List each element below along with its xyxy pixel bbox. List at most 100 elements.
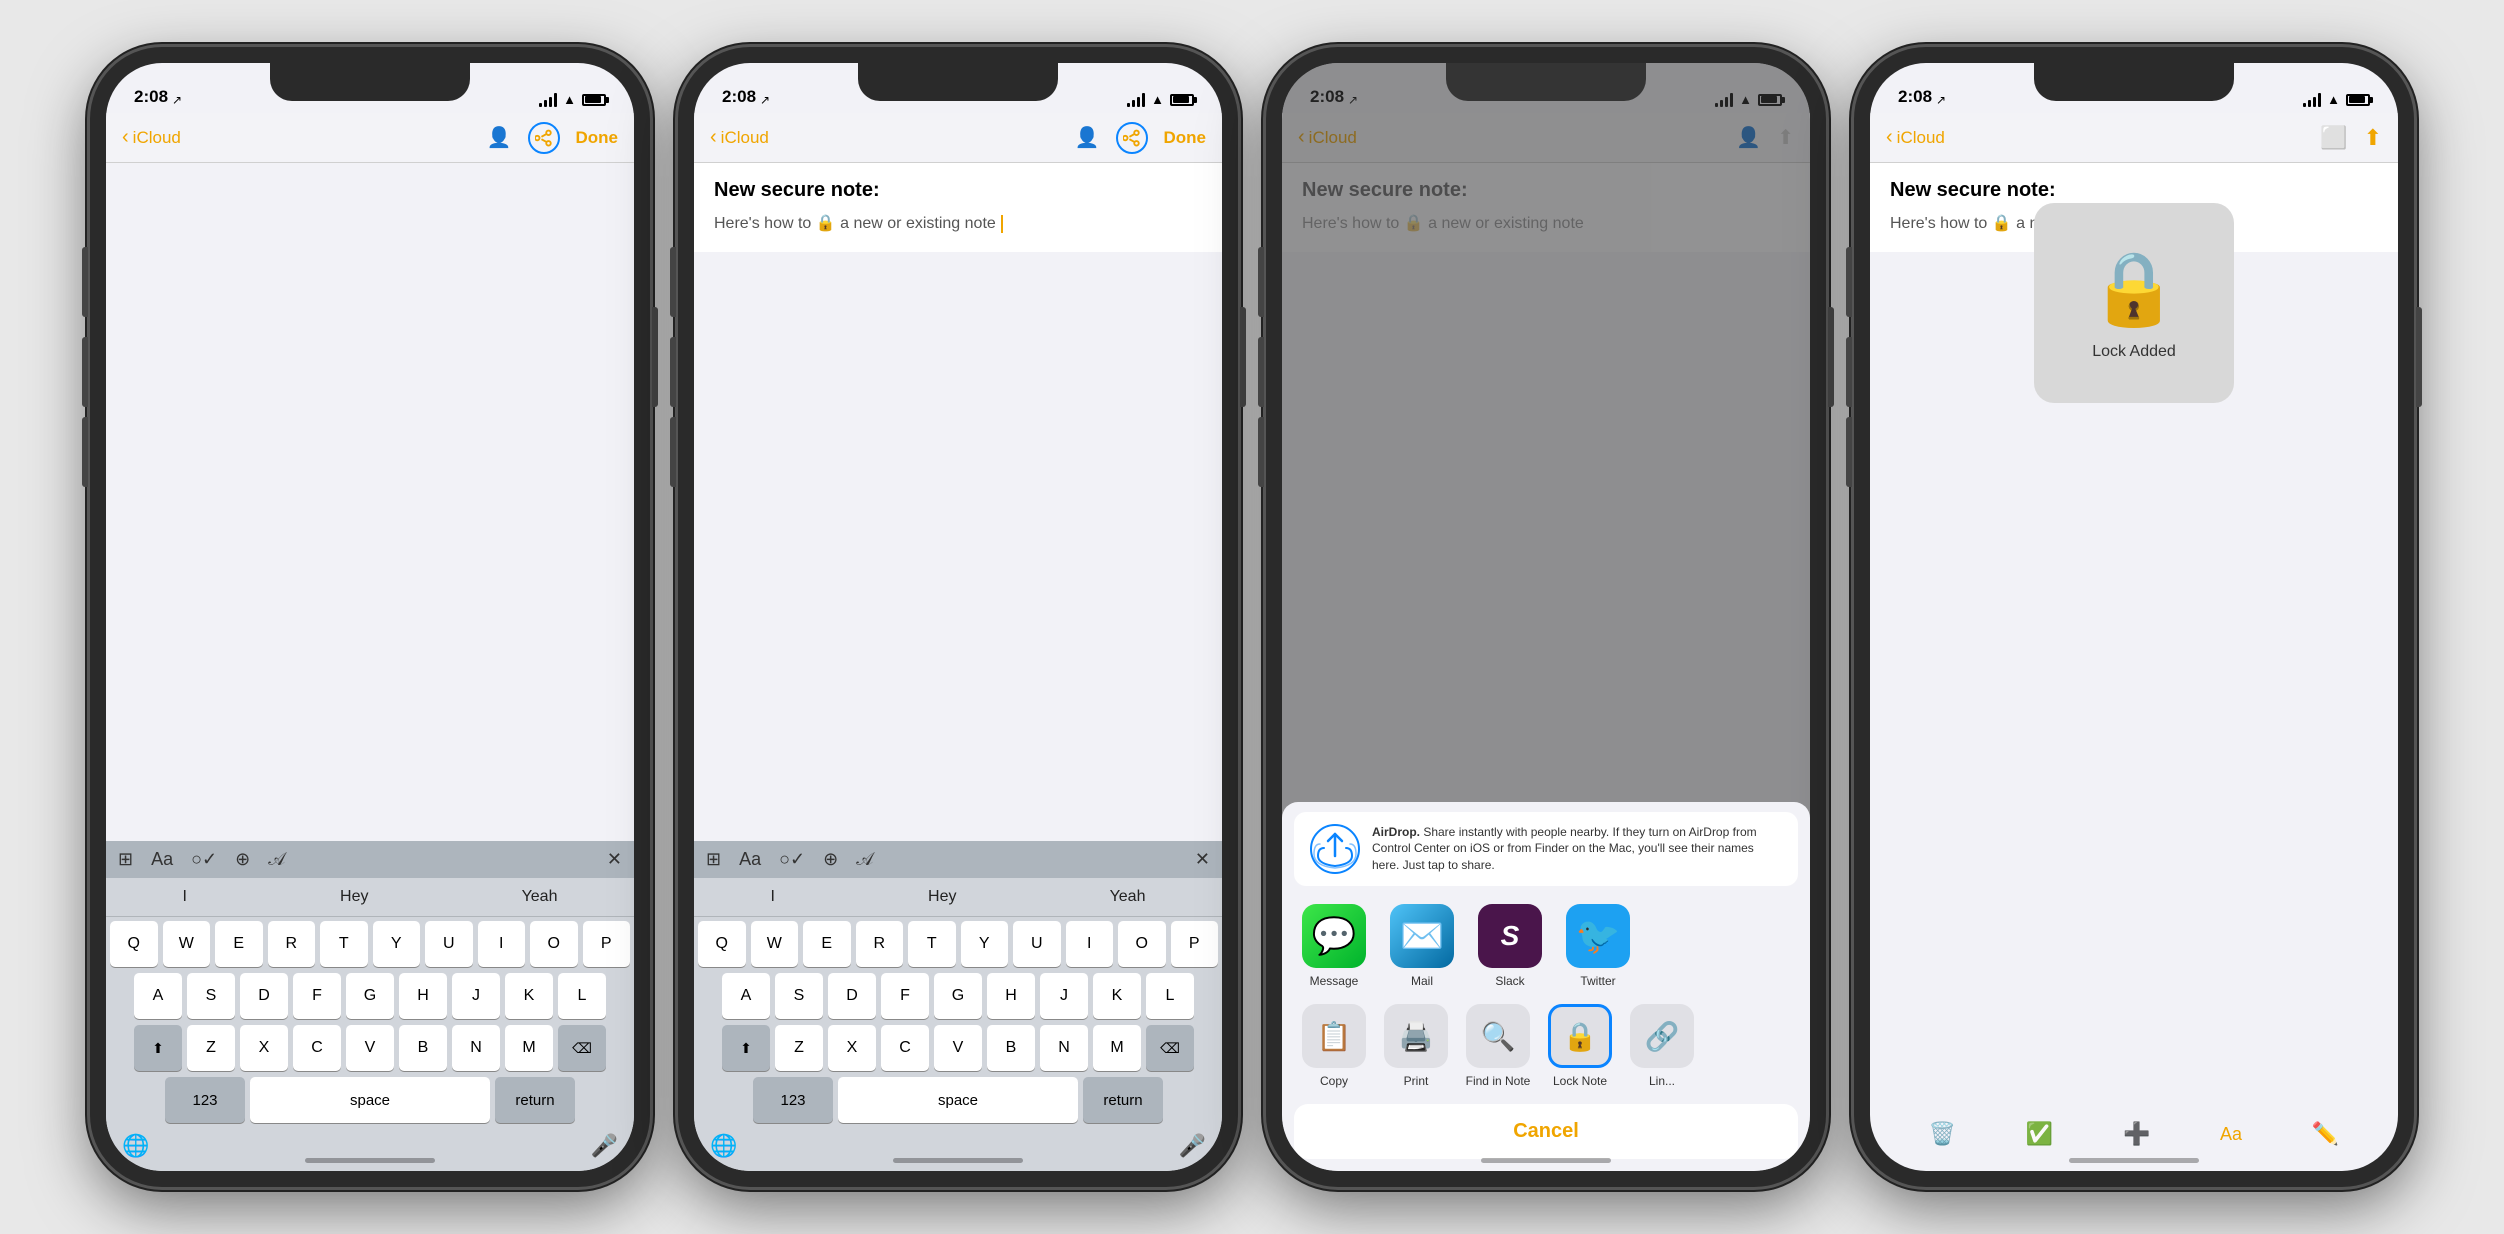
key-C[interactable]: C xyxy=(293,1025,341,1071)
prediction-I-2[interactable]: I xyxy=(759,884,787,910)
key-Z-2[interactable]: Z xyxy=(775,1025,823,1071)
key-X-2[interactable]: X xyxy=(828,1025,876,1071)
key-I[interactable]: I xyxy=(478,921,526,967)
key-delete[interactable]: ⌫ xyxy=(558,1025,606,1071)
action-print[interactable]: 🖨️ Print xyxy=(1380,1004,1452,1088)
action-lock-note[interactable]: 🔒 Lock Note xyxy=(1544,1004,1616,1088)
table-icon-2[interactable]: ⊞ xyxy=(706,849,721,870)
person-icon-1[interactable]: 👤 xyxy=(487,125,512,150)
key-U[interactable]: U xyxy=(425,921,473,967)
close-keyboard-icon-1[interactable]: ✕ xyxy=(607,849,622,870)
check-icon-2[interactable]: ○✓ xyxy=(779,849,805,870)
keyboard-2[interactable]: ⊞ Aa ○✓ ⊕ 𝒜 ✕ I Hey Yeah Q W E R xyxy=(694,841,1222,1171)
prediction-yeah-1[interactable]: Yeah xyxy=(510,884,570,910)
note-content-2[interactable]: New secure note: Here's how to 🔒 a new o… xyxy=(694,163,1222,252)
key-F-2[interactable]: F xyxy=(881,973,929,1019)
key-E-2[interactable]: E xyxy=(803,921,851,967)
key-P[interactable]: P xyxy=(583,921,631,967)
key-J[interactable]: J xyxy=(452,973,500,1019)
share-app-message[interactable]: 💬 Message xyxy=(1298,904,1370,988)
key-O[interactable]: O xyxy=(530,921,578,967)
key-shift[interactable]: ⬆ xyxy=(134,1025,182,1071)
share-icon-right-4[interactable]: ⬆ xyxy=(2364,125,2382,151)
key-123[interactable]: 123 xyxy=(165,1077,245,1123)
key-Z[interactable]: Z xyxy=(187,1025,235,1071)
key-F[interactable]: F xyxy=(293,973,341,1019)
key-R[interactable]: R xyxy=(268,921,316,967)
text-aa-icon-4[interactable]: Aa xyxy=(2220,1124,2242,1145)
key-Q[interactable]: Q xyxy=(110,921,158,967)
back-button-1[interactable]: ‹ iCloud xyxy=(122,126,181,149)
key-T[interactable]: T xyxy=(320,921,368,967)
text-format-icon-1[interactable]: Aa xyxy=(151,849,173,870)
key-B[interactable]: B xyxy=(399,1025,447,1071)
key-K[interactable]: K xyxy=(505,973,553,1019)
key-Y[interactable]: Y xyxy=(373,921,421,967)
key-M[interactable]: M xyxy=(505,1025,553,1071)
back-button-4[interactable]: ‹ iCloud xyxy=(1886,126,1945,149)
key-W[interactable]: W xyxy=(163,921,211,967)
close-keyboard-icon-2[interactable]: ✕ xyxy=(1195,849,1210,870)
globe-icon-1[interactable]: 🌐 xyxy=(122,1133,149,1159)
pen-icon-2[interactable]: 𝒜 xyxy=(856,849,873,870)
key-Q-2[interactable]: Q xyxy=(698,921,746,967)
share-app-mail[interactable]: ✉️ Mail xyxy=(1386,904,1458,988)
person-icon-2[interactable]: 👤 xyxy=(1075,125,1100,150)
add-icon-4[interactable]: ➕ xyxy=(2123,1121,2150,1147)
key-X[interactable]: X xyxy=(240,1025,288,1071)
share-button-2[interactable] xyxy=(1116,122,1148,154)
key-E[interactable]: E xyxy=(215,921,263,967)
action-link[interactable]: 🔗 Lin... xyxy=(1626,1004,1698,1088)
check-icon-1[interactable]: ○✓ xyxy=(191,849,217,870)
key-B-2[interactable]: B xyxy=(987,1025,1035,1071)
share-icon-left-4[interactable]: ⬜ xyxy=(2320,125,2347,151)
action-copy[interactable]: 📋 Copy xyxy=(1298,1004,1370,1088)
key-I-2[interactable]: I xyxy=(1066,921,1114,967)
done-button-1[interactable]: Done xyxy=(576,128,619,148)
key-U-2[interactable]: U xyxy=(1013,921,1061,967)
cancel-button-3[interactable]: Cancel xyxy=(1294,1104,1798,1159)
check-circle-icon-4[interactable]: ✅ xyxy=(2026,1121,2053,1147)
key-H[interactable]: H xyxy=(399,973,447,1019)
key-T-2[interactable]: T xyxy=(908,921,956,967)
table-icon-1[interactable]: ⊞ xyxy=(118,849,133,870)
key-J-2[interactable]: J xyxy=(1040,973,1088,1019)
trash-icon-4[interactable]: 🗑️ xyxy=(1929,1121,1956,1147)
key-P-2[interactable]: P xyxy=(1171,921,1219,967)
key-V-2[interactable]: V xyxy=(934,1025,982,1071)
prediction-hey-2[interactable]: Hey xyxy=(916,884,968,910)
key-D-2[interactable]: D xyxy=(828,973,876,1019)
prediction-hey-1[interactable]: Hey xyxy=(328,884,380,910)
back-button-2[interactable]: ‹ iCloud xyxy=(710,126,769,149)
mic-icon-2[interactable]: 🎤 xyxy=(1179,1133,1206,1159)
key-D[interactable]: D xyxy=(240,973,288,1019)
share-app-twitter[interactable]: 🐦 Twitter xyxy=(1562,904,1634,988)
key-shift-2[interactable]: ⬆ xyxy=(722,1025,770,1071)
done-button-2[interactable]: Done xyxy=(1164,128,1207,148)
keyboard-1[interactable]: ⊞ Aa ○✓ ⊕ 𝒜 ✕ I Hey Yeah Q W E R xyxy=(106,841,634,1171)
key-L-2[interactable]: L xyxy=(1146,973,1194,1019)
key-N[interactable]: N xyxy=(452,1025,500,1071)
plus-icon-2[interactable]: ⊕ xyxy=(823,849,838,870)
key-R-2[interactable]: R xyxy=(856,921,904,967)
key-S-2[interactable]: S xyxy=(775,973,823,1019)
key-A-2[interactable]: A xyxy=(722,973,770,1019)
pencil-icon-4[interactable]: ✏️ xyxy=(2312,1121,2339,1147)
key-V[interactable]: V xyxy=(346,1025,394,1071)
key-A[interactable]: A xyxy=(134,973,182,1019)
key-M-2[interactable]: M xyxy=(1093,1025,1141,1071)
key-space-2[interactable]: space xyxy=(838,1077,1078,1123)
share-sheet-3[interactable]: AirDrop. Share instantly with people nea… xyxy=(1282,802,1810,1171)
key-O-2[interactable]: O xyxy=(1118,921,1166,967)
key-L[interactable]: L xyxy=(558,973,606,1019)
key-123-2[interactable]: 123 xyxy=(753,1077,833,1123)
globe-icon-2[interactable]: 🌐 xyxy=(710,1133,737,1159)
action-find[interactable]: 🔍 Find in Note xyxy=(1462,1004,1534,1088)
prediction-yeah-2[interactable]: Yeah xyxy=(1098,884,1158,910)
mic-icon-1[interactable]: 🎤 xyxy=(591,1133,618,1159)
key-C-2[interactable]: C xyxy=(881,1025,929,1071)
key-return[interactable]: return xyxy=(495,1077,575,1123)
pen-icon-1[interactable]: 𝒜 xyxy=(268,849,285,870)
key-return-2[interactable]: return xyxy=(1083,1077,1163,1123)
prediction-I-1[interactable]: I xyxy=(171,884,199,910)
